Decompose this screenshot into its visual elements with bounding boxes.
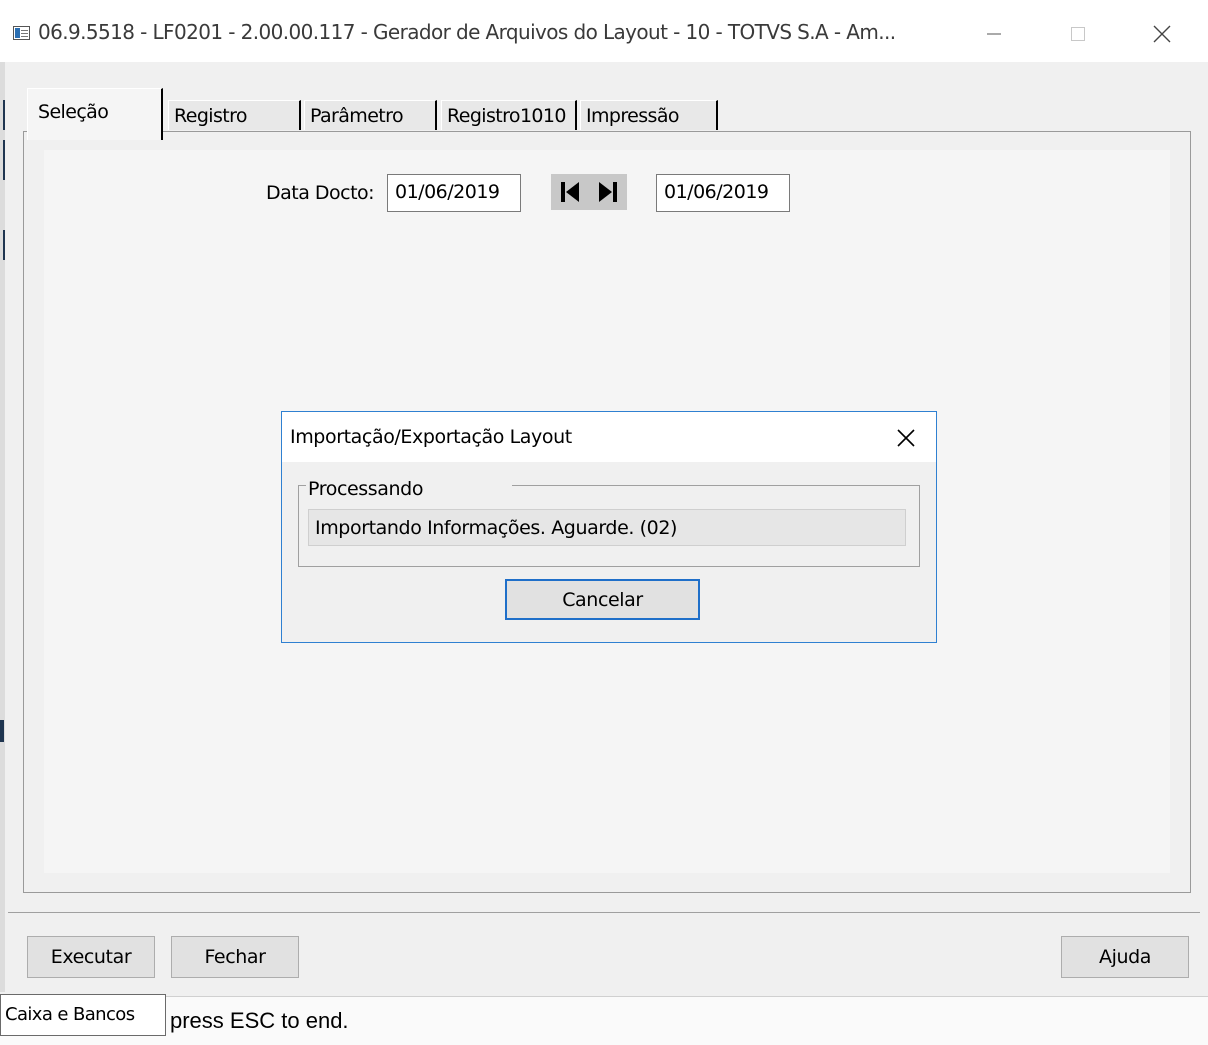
maximize-button[interactable] — [1048, 14, 1108, 54]
status-text: press ESC to end. — [170, 1008, 349, 1033]
app-icon[interactable] — [13, 26, 30, 40]
fechar-button[interactable]: Fechar — [171, 936, 299, 978]
close-icon — [1153, 25, 1171, 43]
last-record-button[interactable] — [589, 174, 627, 210]
cancel-button[interactable]: Cancelar — [505, 579, 700, 620]
tab-registro1010[interactable]: Registro1010 — [441, 100, 577, 130]
minimize-button[interactable] — [964, 14, 1024, 54]
ajuda-button[interactable]: Ajuda — [1061, 936, 1189, 978]
dialog-title: Importação/Exportação Layout — [290, 426, 572, 448]
first-record-button[interactable] — [551, 174, 589, 210]
dialog-close-button[interactable] — [886, 418, 926, 458]
close-window-button[interactable] — [1132, 14, 1192, 54]
edge-marker — [3, 140, 5, 180]
minimize-icon — [987, 33, 1001, 35]
window-left-edge — [0, 62, 5, 992]
bottom-separator — [8, 912, 1200, 913]
dialog-titlebar: Importação/Exportação Layout — [282, 412, 936, 462]
window-title: 06.9.5518 - LF0201 - 2.00.00.117 - Gerad… — [38, 20, 896, 44]
tab-parametro[interactable]: Parâmetro — [304, 100, 437, 130]
date-to-input[interactable]: 01/06/2019 — [656, 174, 790, 212]
executar-button[interactable]: Executar — [27, 936, 155, 978]
maximize-icon — [1071, 27, 1085, 41]
tab-selecao[interactable]: Seleção — [27, 88, 163, 140]
group-border-gap — [422, 484, 512, 487]
first-record-icon — [561, 182, 579, 202]
data-docto-label: Data Docto: — [266, 182, 375, 204]
edge-marker — [3, 100, 5, 130]
edge-marker — [0, 720, 4, 742]
processing-group-label: Processando — [306, 478, 426, 500]
last-record-icon — [599, 182, 617, 202]
tab-registro[interactable]: Registro — [168, 100, 301, 130]
tab-impressao[interactable]: Impressão — [580, 100, 718, 130]
close-icon — [897, 429, 915, 447]
date-from-input[interactable]: 01/06/2019 — [387, 174, 521, 212]
progress-dialog: Importação/Exportação Layout Processando… — [281, 411, 937, 643]
progress-message: Importando Informações. Aguarde. (02) — [308, 509, 906, 546]
tooltip: Caixa e Bancos — [0, 994, 166, 1036]
edge-marker — [3, 230, 5, 260]
window-titlebar: 06.9.5518 - LF0201 - 2.00.00.117 - Gerad… — [0, 0, 1208, 62]
